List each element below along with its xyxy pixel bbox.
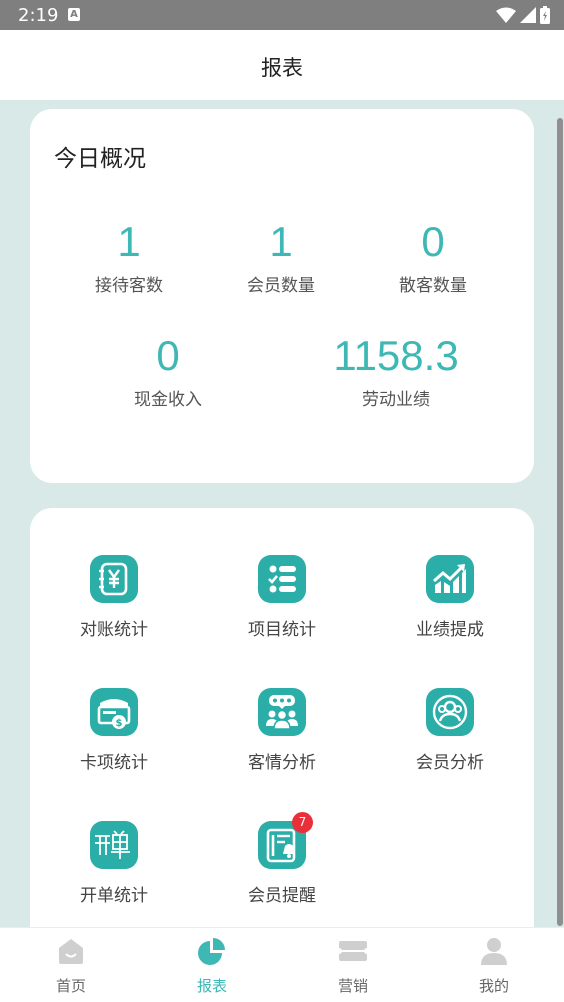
menu-card-item-stats[interactable]: $ 卡项统计 [39, 688, 189, 773]
stat-labor-performance: 1158.3 劳动业绩 [321, 332, 471, 411]
bottom-tab-bar: 首页 报表 营销 我的 [0, 927, 564, 1002]
title-bar: 报表 [0, 30, 564, 100]
stat-value: 1 [117, 218, 141, 265]
tab-label: 报表 [196, 977, 227, 995]
members-icon [426, 688, 474, 736]
stat-label: 会员数量 [247, 276, 315, 296]
tab-label: 营销 [337, 977, 368, 995]
checklist-icon [258, 555, 306, 603]
status-time: 2:19 [18, 5, 59, 26]
tab-label: 首页 [55, 977, 86, 995]
user-icon [479, 936, 509, 966]
tab-marketing[interactable]: 营销 [313, 936, 393, 996]
menu-order-stats[interactable]: 开单统计 [39, 821, 189, 906]
menu-label: 项目统计 [248, 620, 316, 640]
stat-value: 0 [421, 218, 445, 265]
bell-reminder-icon: 7 [258, 812, 313, 869]
stat-label: 接待客数 [95, 276, 163, 296]
today-overview-card: 今日概况 1 接待客数 1 会员数量 0 散客数量 0 现金收入 1158.3 … [30, 109, 534, 483]
wifi-icon [496, 7, 516, 23]
stat-value: 1 [269, 218, 293, 265]
stat-label: 劳动业绩 [362, 390, 430, 410]
menu-label: 会员提醒 [248, 886, 316, 906]
tab-reports[interactable]: 报表 [172, 936, 252, 996]
ledger-yen-icon [90, 555, 138, 603]
stat-value: 1158.3 [333, 332, 459, 379]
menu-reconciliation-stats[interactable]: 对账统计 [39, 555, 189, 640]
report-menu-card: 对账统计 项目统计 业绩提成 $ 卡项统计 客情分析 会员分析 开单统计 7 会… [30, 508, 534, 948]
stat-reception-count: 1 接待客数 [54, 218, 204, 297]
customer-rating-icon [258, 688, 306, 736]
page-title: 报表 [261, 56, 303, 80]
menu-label: 对账统计 [80, 620, 148, 640]
stat-label: 散客数量 [399, 276, 467, 296]
home-icon [56, 936, 86, 966]
scrollbar[interactable] [557, 118, 563, 926]
signal-icon [520, 7, 536, 23]
ticket-icon [336, 936, 370, 966]
menu-label: 客情分析 [248, 753, 316, 773]
tab-label: 我的 [478, 977, 509, 995]
tab-home[interactable]: 首页 [31, 936, 111, 996]
notification-icon: A [68, 8, 80, 21]
reminder-count-badge: 7 [292, 812, 313, 833]
menu-project-stats[interactable]: 项目统计 [207, 555, 357, 640]
menu-member-analysis[interactable]: 会员分析 [375, 688, 525, 773]
stat-value: 0 [156, 332, 180, 379]
menu-label: 业绩提成 [416, 620, 484, 640]
overview-title: 今日概况 [54, 146, 146, 172]
stat-cash-income: 0 现金收入 [93, 332, 243, 411]
open-order-icon [90, 821, 138, 869]
card-coin-icon: $ [90, 688, 138, 736]
menu-customer-analysis[interactable]: 客情分析 [207, 688, 357, 773]
pie-chart-icon [197, 936, 227, 966]
svg-text:$: $ [116, 718, 123, 729]
menu-member-reminder[interactable]: 7 会员提醒 [207, 812, 357, 906]
battery-icon [540, 6, 550, 24]
system-icons [496, 6, 550, 24]
menu-label: 会员分析 [416, 753, 484, 773]
menu-label: 开单统计 [80, 886, 148, 906]
stat-label: 现金收入 [134, 390, 202, 410]
menu-label: 卡项统计 [80, 753, 148, 773]
trend-up-icon [426, 555, 474, 603]
status-bar: 2:19 A [0, 0, 564, 30]
menu-performance-commission[interactable]: 业绩提成 [375, 555, 525, 640]
stat-member-count: 1 会员数量 [206, 218, 356, 297]
tab-profile[interactable]: 我的 [454, 936, 534, 996]
stat-walkin-count: 0 散客数量 [358, 218, 508, 297]
